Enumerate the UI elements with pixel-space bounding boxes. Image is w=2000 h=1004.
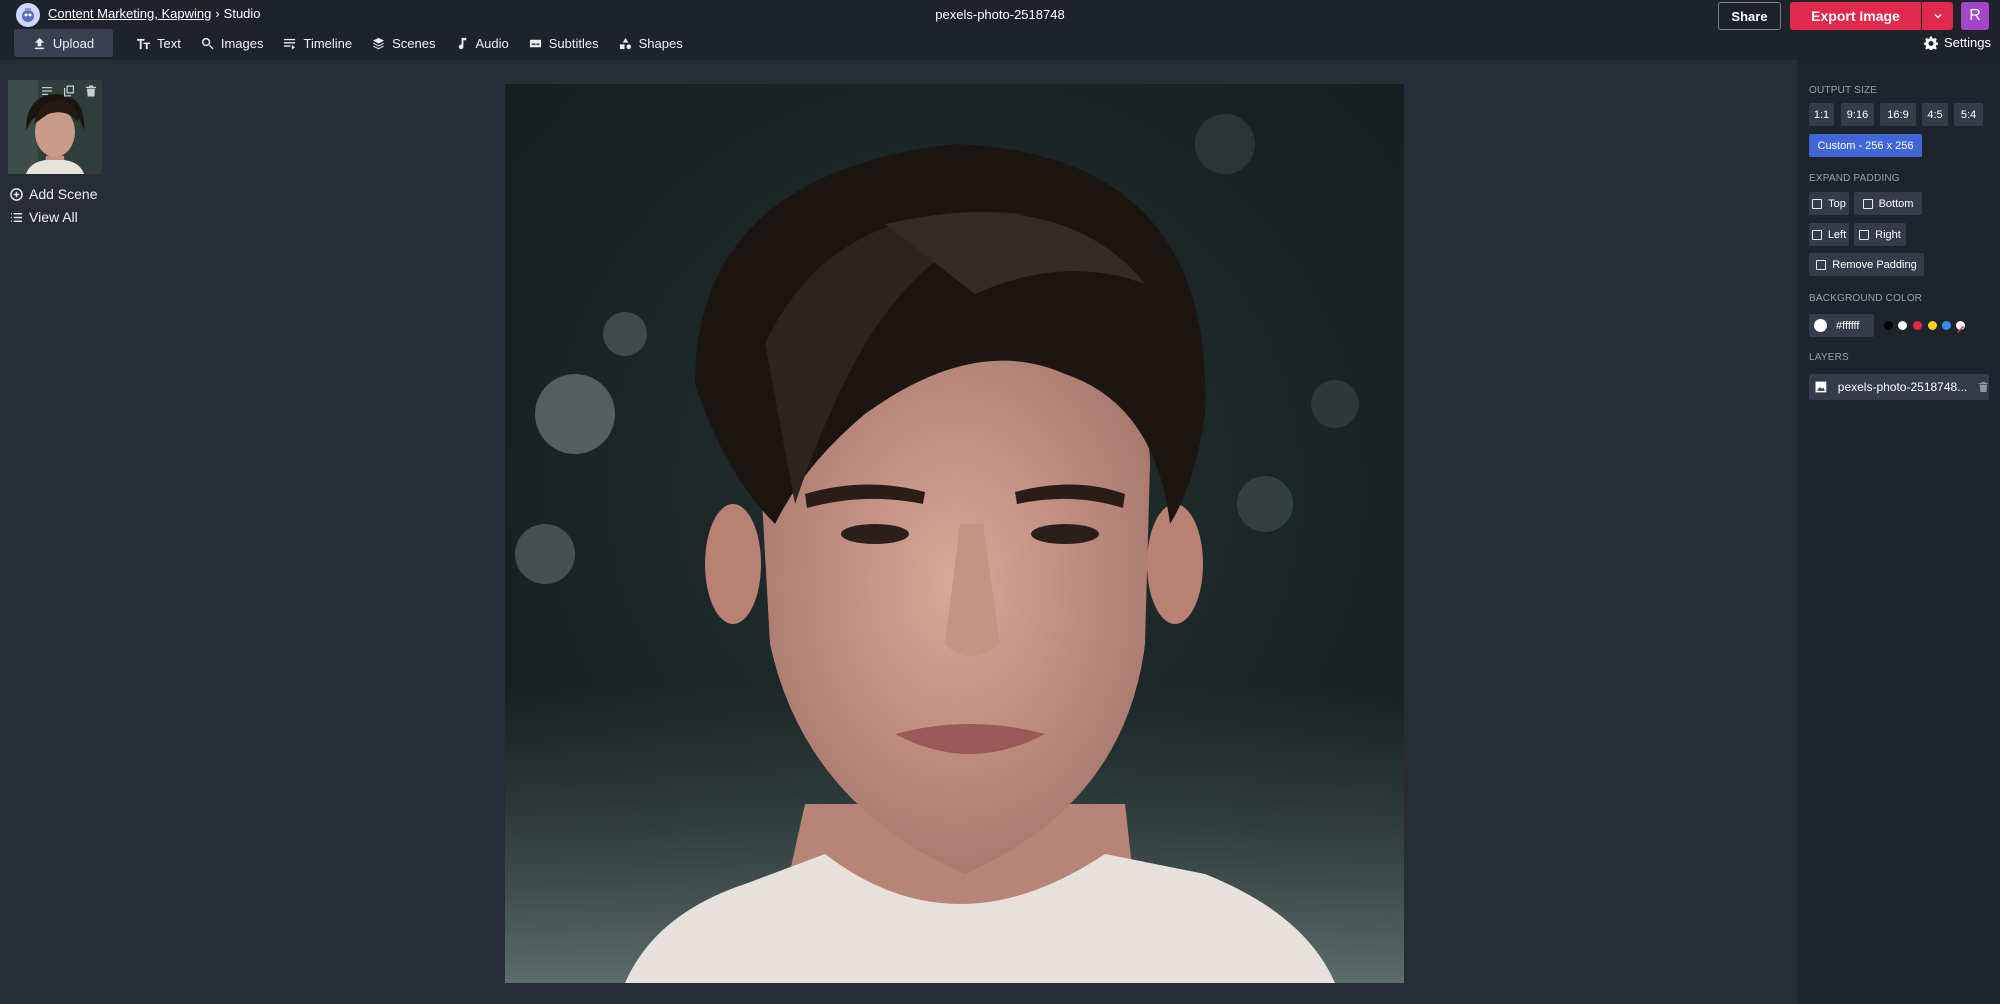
swatch-red[interactable]	[1913, 321, 1922, 330]
tool-subtitles-label: Subtitles	[548, 35, 599, 51]
scene-delete-button[interactable]	[84, 84, 98, 98]
tool-timeline[interactable]: Timeline	[273, 29, 362, 57]
output-size-title: OUTPUT SIZE	[1809, 85, 1878, 96]
padding-top-toggle[interactable]: Top	[1809, 192, 1849, 215]
padding-top-label: Top	[1828, 197, 1846, 210]
editor-toolbar: Upload Text Images Timeline Scenes Audio…	[14, 29, 693, 57]
tool-upload-label: Upload	[52, 35, 95, 51]
padding-bottom-checkbox[interactable]	[1862, 198, 1873, 209]
tool-text-label: Text	[157, 35, 181, 51]
image-icon	[1815, 381, 1827, 393]
padding-left-toggle[interactable]: Left	[1809, 223, 1849, 246]
remove-padding-toggle[interactable]: Remove Padding	[1809, 253, 1924, 276]
padding-left-checkbox[interactable]	[1811, 229, 1822, 240]
layer-item[interactable]: pexels-photo-2518748...	[1809, 374, 1989, 400]
upload-icon	[34, 37, 45, 49]
chevron-down-icon	[1933, 13, 1942, 19]
user-avatar[interactable]: R	[1961, 2, 1989, 30]
export-options-button[interactable]	[1922, 2, 1953, 30]
tool-upload[interactable]: Upload	[14, 29, 113, 57]
background-color-picker[interactable]: #ffffff	[1809, 314, 1874, 337]
settings-button[interactable]: Settings	[1924, 35, 1991, 50]
size-9-16-button[interactable]: 9:16	[1841, 103, 1874, 126]
size-16-9-button[interactable]: 16:9	[1880, 103, 1916, 126]
shapes-icon	[619, 37, 631, 49]
expand-padding-title: EXPAND PADDING	[1809, 173, 1900, 184]
swatch-black[interactable]	[1884, 321, 1893, 330]
tool-shapes[interactable]: Shapes	[609, 29, 693, 57]
padding-left-label: Left	[1827, 228, 1847, 241]
size-1-1-button[interactable]: 1:1	[1809, 103, 1834, 126]
size-4-5-button[interactable]: 4:5	[1922, 103, 1948, 126]
swatch-transparent[interactable]	[1956, 321, 1965, 334]
background-color-value: #ffffff	[1836, 319, 1860, 332]
padding-right-toggle[interactable]: Right	[1854, 223, 1906, 246]
tool-timeline-label: Timeline	[303, 35, 353, 51]
padding-bottom-toggle[interactable]: Bottom	[1854, 192, 1922, 215]
tool-shapes-label: Shapes	[638, 35, 683, 51]
padding-bottom-label: Bottom	[1878, 197, 1914, 210]
subtitles-icon	[529, 39, 541, 47]
editor-canvas[interactable]	[505, 84, 1404, 983]
view-all-scenes-button[interactable]: View All	[10, 209, 78, 225]
share-button[interactable]: Share	[1718, 2, 1781, 30]
background-color-title: BACKGROUND COLOR	[1809, 293, 1923, 304]
add-scene-button[interactable]: Add Scene	[10, 186, 98, 202]
export-image-button[interactable]: Export Image	[1790, 2, 1921, 30]
layers-title: LAYERS	[1809, 352, 1849, 363]
properties-panel: OUTPUT SIZE 1:1 9:16 16:9 4:5 5:4 Custom…	[1797, 60, 2000, 1004]
layer-name: pexels-photo-2518748...	[1837, 380, 1968, 394]
size-5-4-button[interactable]: 5:4	[1954, 103, 1983, 126]
copy-icon	[64, 85, 74, 97]
list-icon	[10, 212, 23, 222]
view-all-label: View All	[29, 209, 78, 225]
text-icon	[137, 38, 150, 49]
remove-padding-checkbox[interactable]	[1816, 259, 1827, 270]
top-bar: Content Marketing, Kapwing › Studio pexe…	[0, 0, 2000, 60]
padding-right-label: Right	[1875, 228, 1901, 241]
trash-icon	[86, 85, 96, 97]
add-scene-label: Add Scene	[29, 186, 98, 202]
size-custom-button[interactable]: Custom - 256 x 256	[1809, 134, 1922, 157]
remove-padding-label: Remove Padding	[1832, 258, 1917, 271]
settings-label: Settings	[1944, 35, 1991, 50]
tool-text[interactable]: Text	[127, 29, 191, 57]
tool-images-label: Images	[220, 35, 264, 51]
gear-icon	[1924, 36, 1938, 50]
search-icon	[201, 37, 214, 49]
tool-audio[interactable]: Audio	[446, 29, 519, 57]
tool-scenes-label: Scenes	[392, 35, 436, 51]
music-note-icon	[458, 37, 466, 49]
menu-lines-icon	[42, 87, 52, 95]
tool-images[interactable]: Images	[191, 29, 274, 57]
page-title[interactable]: pexels-photo-2518748	[0, 7, 2000, 22]
tool-audio-label: Audio	[475, 35, 509, 51]
scene-duplicate-button[interactable]	[62, 84, 76, 98]
layer-delete-icon[interactable]	[1978, 381, 1989, 393]
plus-circle-icon	[10, 187, 23, 201]
timeline-icon	[284, 38, 296, 50]
padding-top-checkbox[interactable]	[1812, 198, 1823, 209]
tool-scenes[interactable]: Scenes	[362, 29, 445, 57]
current-color-swatch	[1814, 319, 1827, 332]
portrait-photo[interactable]	[505, 84, 1404, 983]
no-color-icon	[1956, 325, 1965, 334]
swatch-blue[interactable]	[1942, 321, 1951, 330]
swatch-yellow[interactable]	[1928, 321, 1937, 330]
padding-right-checkbox[interactable]	[1859, 229, 1870, 240]
scene-menu-button[interactable]	[40, 84, 54, 98]
layers-icon	[373, 37, 385, 49]
tool-subtitles[interactable]: Subtitles	[519, 29, 609, 57]
swatch-white[interactable]	[1898, 321, 1907, 330]
scene-actions	[40, 84, 98, 98]
